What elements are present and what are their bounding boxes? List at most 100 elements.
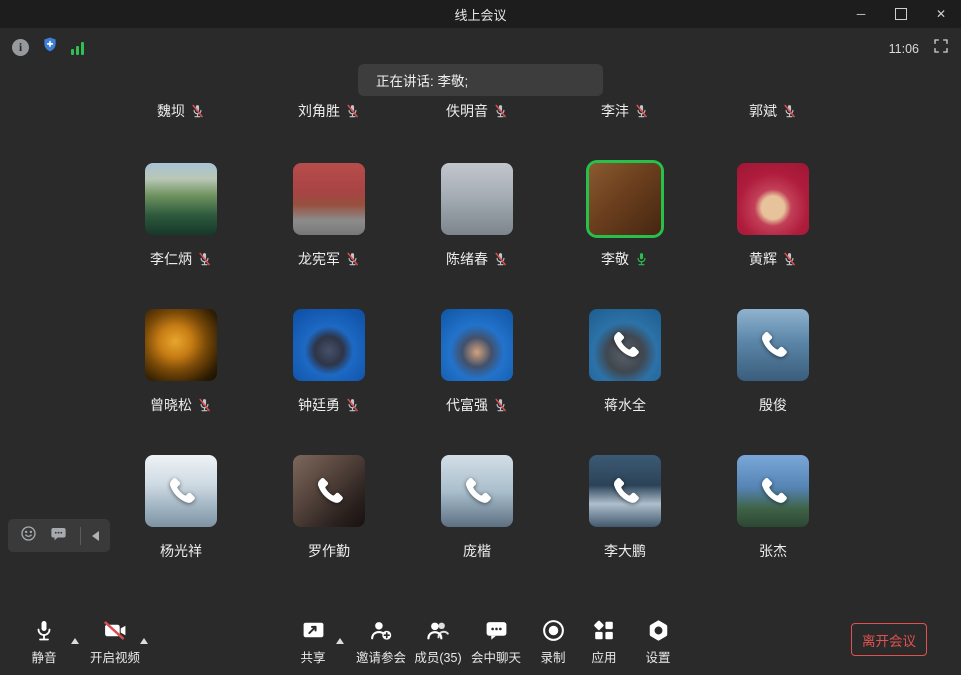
phone-icon xyxy=(589,309,661,381)
participant-avatar[interactable] xyxy=(145,163,217,235)
participant-avatar[interactable] xyxy=(589,163,661,235)
mute-button[interactable]: 静音 xyxy=(18,617,70,666)
collapse-panel-icon[interactable] xyxy=(92,531,99,541)
mic-status-icon xyxy=(782,103,797,119)
network-signal-icon[interactable] xyxy=(71,41,84,55)
participant-tile[interactable]: 罗作勤 xyxy=(255,455,403,560)
participant-avatar[interactable] xyxy=(293,163,365,235)
participant-tile[interactable]: 代富强 xyxy=(403,309,551,414)
participant-tile[interactable]: 李敬 xyxy=(551,163,699,268)
mute-options-caret[interactable] xyxy=(71,638,79,644)
members-button[interactable]: 成员(35) xyxy=(406,617,470,666)
participant-tile[interactable]: 杨光祥 xyxy=(107,455,255,560)
participant-tile[interactable]: 龙宪军 xyxy=(255,163,403,268)
participant-avatar[interactable] xyxy=(589,455,661,527)
participant-avatar[interactable] xyxy=(737,309,809,381)
participant-name: 代富强 xyxy=(446,395,488,415)
participant-avatar[interactable] xyxy=(589,309,661,381)
share-screen-label: 共享 xyxy=(300,647,325,666)
maximize-button[interactable] xyxy=(881,0,921,28)
emoji-reaction-icon[interactable] xyxy=(19,524,38,548)
phone-icon xyxy=(145,455,217,527)
participant-tile[interactable]: 钟廷勇 xyxy=(255,309,403,414)
participant-name: 李仁炳 xyxy=(150,249,192,269)
participant-row: 曾晓松 钟廷勇 xyxy=(107,309,847,414)
participant-name: 龙宪军 xyxy=(298,249,340,269)
participant-tile[interactable]: 殷俊 xyxy=(699,309,847,414)
share-screen-button[interactable]: 共享 xyxy=(287,617,339,666)
mic-status-icon xyxy=(493,103,508,119)
pill-divider xyxy=(80,527,81,545)
participant-tile[interactable]: 李仁炳 xyxy=(107,163,255,268)
participant-nameline: 刘角胜 xyxy=(298,102,360,120)
audio-participant[interactable]: 李沣 xyxy=(551,102,699,120)
audio-participant[interactable]: 魏坝 xyxy=(107,102,255,120)
participant-avatar[interactable] xyxy=(441,309,513,381)
participant-avatar[interactable] xyxy=(293,455,365,527)
participant-nameline: 黄辉 xyxy=(749,250,797,268)
participant-nameline: 钟廷勇 xyxy=(298,396,360,414)
participant-nameline: 杨光祥 xyxy=(160,542,202,560)
info-icon[interactable]: i xyxy=(12,39,29,56)
minimize-button[interactable]: ─ xyxy=(841,0,881,28)
audio-participant[interactable]: 郭斌 xyxy=(699,102,847,120)
mic-status-icon xyxy=(634,103,649,119)
participant-nameline: 庞楷 xyxy=(463,542,491,560)
reaction-bar xyxy=(8,519,110,552)
settings-button[interactable]: 设置 xyxy=(635,617,681,666)
participant-name: 刘角胜 xyxy=(298,101,340,121)
participant-name: 黄辉 xyxy=(749,249,777,269)
participant-avatar[interactable] xyxy=(441,455,513,527)
participant-avatar[interactable] xyxy=(737,455,809,527)
start-video-button[interactable]: 开启视频 xyxy=(84,617,146,666)
window-title: 线上会议 xyxy=(454,5,506,24)
video-options-caret[interactable] xyxy=(140,638,148,644)
participant-name: 殷俊 xyxy=(759,395,787,415)
participant-tile[interactable]: 张杰 xyxy=(699,455,847,560)
window-controls: ─ ✕ xyxy=(841,0,961,28)
participant-name: 李敬 xyxy=(601,249,629,269)
share-options-caret[interactable] xyxy=(336,638,344,644)
participant-grid: 李仁炳 龙宪军 xyxy=(107,163,847,601)
security-shield-icon[interactable] xyxy=(41,36,59,59)
now-speaking-banner: 正在讲话: 李敬; xyxy=(358,64,603,96)
participant-nameline: 罗作勤 xyxy=(308,542,350,560)
mute-label: 静音 xyxy=(31,647,56,666)
apps-grid-icon xyxy=(592,617,616,644)
members-icon xyxy=(425,617,451,644)
participant-avatar[interactable] xyxy=(145,309,217,381)
status-left: i xyxy=(12,36,84,59)
participant-name: 庞楷 xyxy=(463,541,491,561)
apps-label: 应用 xyxy=(591,647,616,666)
fullscreen-icon[interactable] xyxy=(933,38,949,59)
status-right: 11:06 xyxy=(889,38,949,59)
record-button[interactable]: 录制 xyxy=(529,617,577,666)
participant-tile[interactable]: 黄辉 xyxy=(699,163,847,268)
audio-participant[interactable]: 佚明音 xyxy=(403,102,551,120)
participant-avatar[interactable] xyxy=(441,163,513,235)
participant-avatar[interactable] xyxy=(145,455,217,527)
participant-tile[interactable]: 蒋水全 xyxy=(551,309,699,414)
participant-tile[interactable]: 陈绪春 xyxy=(403,163,551,268)
close-button[interactable]: ✕ xyxy=(921,0,961,28)
phone-icon xyxy=(737,309,809,381)
participant-avatar[interactable] xyxy=(737,163,809,235)
participant-tile[interactable]: 庞楷 xyxy=(403,455,551,560)
mic-status-icon xyxy=(190,103,205,119)
invite-person-icon xyxy=(368,617,394,644)
participant-name: 杨光祥 xyxy=(160,541,202,561)
camera-off-icon xyxy=(102,617,128,644)
chat-bubble-icon[interactable] xyxy=(49,524,68,548)
meeting-timer: 11:06 xyxy=(889,42,919,56)
participant-tile[interactable]: 李大鹏 xyxy=(551,455,699,560)
members-label: 成员(35) xyxy=(414,647,461,666)
phone-icon xyxy=(441,455,513,527)
microphone-icon xyxy=(32,617,56,644)
apps-button[interactable]: 应用 xyxy=(581,617,627,666)
audio-participant[interactable]: 刘角胜 xyxy=(255,102,403,120)
participant-tile[interactable]: 曾晓松 xyxy=(107,309,255,414)
leave-meeting-button[interactable]: 离开会议 xyxy=(851,623,927,656)
participant-avatar[interactable] xyxy=(293,309,365,381)
participant-nameline: 殷俊 xyxy=(759,396,787,414)
chat-button[interactable]: 会中聊天 xyxy=(464,617,528,666)
